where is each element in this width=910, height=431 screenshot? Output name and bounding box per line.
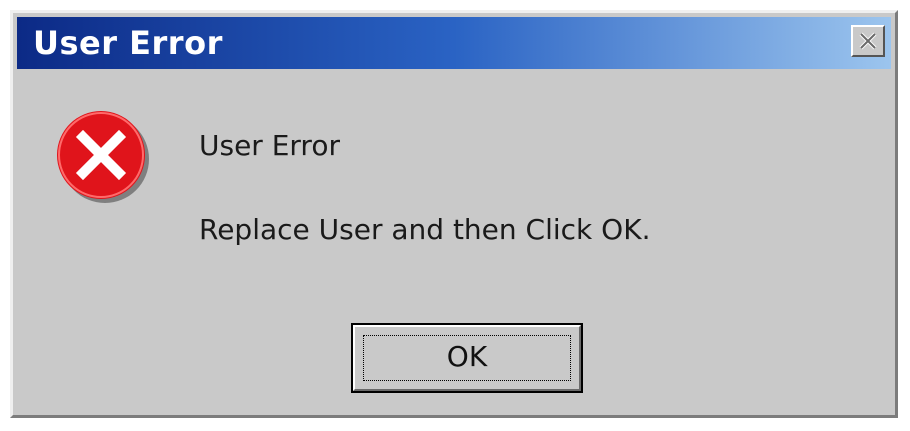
close-button[interactable] [851,25,885,57]
titlebar[interactable]: User Error [17,17,891,69]
error-instruction: Replace User and then Click OK. [199,213,651,246]
ok-button-label: OK [446,340,488,373]
error-heading: User Error [199,129,340,162]
error-dialog: User Error User Error Replace User and t… [10,10,898,418]
close-icon [859,32,877,50]
error-icon [57,111,149,203]
ok-button[interactable]: OK [351,323,583,393]
window-title: User Error [33,24,223,62]
